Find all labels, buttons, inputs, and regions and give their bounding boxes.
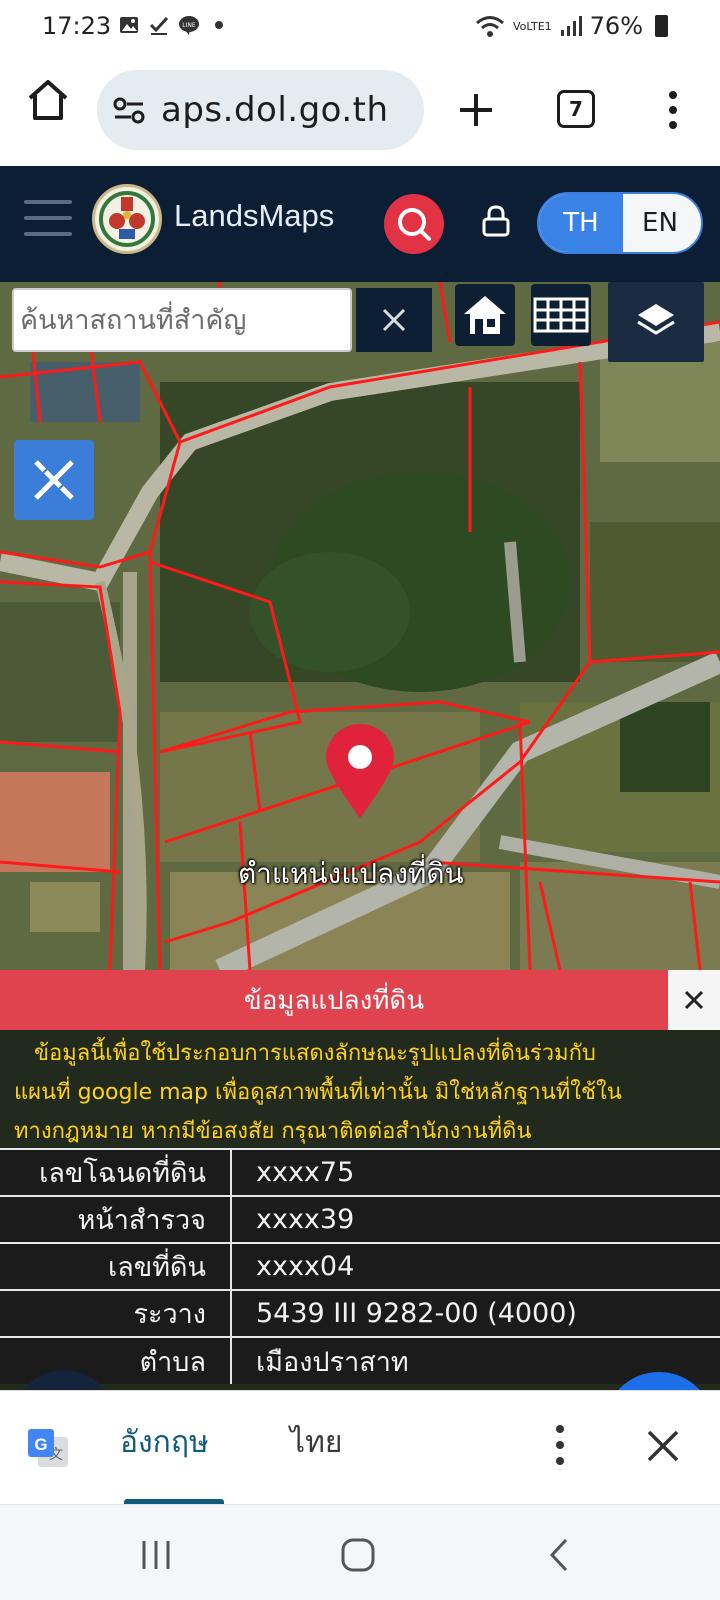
- dot-icon: [215, 21, 223, 29]
- battery-icon: [655, 15, 668, 37]
- table-row: หน้าสำรวจ xxxx39: [0, 1195, 720, 1243]
- translate-close-icon[interactable]: [646, 1429, 680, 1463]
- wifi-icon: [476, 16, 504, 37]
- disclaimer-line: ทางกฎหมาย หากมีข้อสงสัย กรุณาติดต่อสำนัก…: [14, 1119, 532, 1144]
- dol-emblem-icon: [97, 189, 157, 249]
- map-home-button[interactable]: [455, 284, 515, 346]
- grid-button[interactable]: [531, 284, 591, 346]
- translate-tab-thai[interactable]: ไทย: [290, 1419, 342, 1466]
- disclaimer-line: ข้อมูลนี้เพื่อใช้ประกอบการแสดงลักษณะรูปแ…: [34, 1041, 596, 1066]
- status-time: 17:23: [42, 12, 112, 40]
- place-search-input[interactable]: [12, 288, 352, 352]
- panel-title: ข้อมูลแปลงที่ดิน: [0, 970, 668, 1030]
- row-label: ตำบล: [0, 1336, 232, 1384]
- clear-search-button[interactable]: [356, 288, 432, 352]
- search-icon: [398, 208, 431, 241]
- row-value: xxxx39: [231, 1195, 720, 1243]
- svg-text:LINE: LINE: [182, 22, 196, 29]
- language-toggle[interactable]: TH EN: [537, 192, 703, 254]
- panel-close-button[interactable]: [668, 970, 720, 1030]
- address-bar[interactable]: aps.dol.go.th: [97, 70, 424, 150]
- gallery-icon: [120, 17, 138, 33]
- layers-button[interactable]: [608, 282, 704, 362]
- marker-label: ตำแหน่งแปลงที่ดิน: [238, 857, 464, 890]
- new-tab-icon[interactable]: [452, 86, 500, 134]
- svg-text:G: G: [34, 1435, 47, 1454]
- row-value: 5439 III 9282-00 (4000): [231, 1289, 720, 1337]
- row-label: ระวาง: [0, 1289, 232, 1337]
- parcel-info-panel: ข้อมูลแปลงที่ดิน ข้อมูลนี้เพื่อใช้ประกอบ…: [0, 970, 720, 1390]
- search-button[interactable]: [384, 194, 444, 254]
- measure-tool-button[interactable]: [14, 440, 94, 520]
- table-row: เลขที่ดิน xxxx04: [0, 1242, 720, 1290]
- system-nav-bar: [0, 1504, 720, 1600]
- translate-tab-english[interactable]: อังกฤษ: [120, 1419, 209, 1466]
- disclaimer-text: ข้อมูลนี้เพื่อใช้ประกอบการแสดงลักษณะรูปแ…: [14, 1034, 714, 1151]
- dol-logo[interactable]: [92, 184, 162, 254]
- table-row: ระวาง 5439 III 9282-00 (4000): [0, 1289, 720, 1337]
- row-label: หน้าสำรวจ: [0, 1195, 232, 1243]
- browser-toolbar: aps.dol.go.th 7: [0, 56, 720, 166]
- browser-menu-icon[interactable]: [658, 86, 688, 134]
- lang-th-option[interactable]: TH: [539, 194, 623, 252]
- grid-icon: [533, 297, 589, 333]
- row-value: xxxx75: [231, 1148, 720, 1196]
- layers-icon: [637, 304, 675, 335]
- back-icon[interactable]: [540, 1535, 580, 1575]
- disclaimer-line: แผนที่ google map เพื่อดูสภาพพื้นที่เท่า…: [14, 1080, 622, 1105]
- translate-bar: 文 G อังกฤษ ไทย: [0, 1390, 720, 1505]
- battery-percent: 76%: [589, 12, 643, 40]
- row-label: เลขที่ดิน: [0, 1242, 232, 1290]
- site-title[interactable]: LandsMaps: [174, 198, 334, 234]
- google-translate-icon[interactable]: 文 G: [26, 1427, 70, 1471]
- recent-apps-icon[interactable]: [136, 1535, 176, 1575]
- signal-icon: [560, 16, 582, 36]
- check-icon: [149, 16, 169, 35]
- line-app-icon: LINE: [179, 16, 199, 35]
- site-header: LandsMaps TH EN: [0, 166, 720, 282]
- hamburger-menu-icon[interactable]: [24, 200, 72, 240]
- close-icon: [382, 308, 406, 332]
- lang-en-option[interactable]: EN: [619, 194, 701, 252]
- translate-menu-icon[interactable]: [550, 1423, 570, 1467]
- volte-label: VoLTE1: [512, 19, 552, 33]
- close-icon: [684, 990, 704, 1010]
- ruler-pencil-icon: [34, 460, 74, 500]
- notification-icons: LINE: [118, 14, 230, 36]
- home-icon[interactable]: [24, 76, 72, 124]
- parcel-info-table: เลขโฉนดที่ดิน xxxx75 หน้าสำรวจ xxxx39 เลขท…: [0, 1148, 720, 1384]
- tab-switcher-button[interactable]: 7: [557, 90, 595, 128]
- map-view[interactable]: ตำแหน่งแปลงที่ดิน: [0, 282, 720, 970]
- house-icon: [464, 296, 506, 334]
- status-right: VoLTE1 76%: [475, 12, 668, 40]
- url-text: aps.dol.go.th: [161, 90, 389, 130]
- table-row: เลขโฉนดที่ดิน xxxx75: [0, 1148, 720, 1196]
- site-settings-icon[interactable]: [111, 92, 147, 128]
- status-bar: 17:23 LINE VoLTE1 76%: [0, 0, 720, 56]
- lock-icon[interactable]: [480, 204, 512, 238]
- table-row: ตำบล เมืองปราสาท: [0, 1336, 720, 1384]
- home-nav-icon[interactable]: [338, 1535, 378, 1575]
- row-value: xxxx04: [231, 1242, 720, 1290]
- row-label: เลขโฉนดที่ดิน: [0, 1148, 232, 1196]
